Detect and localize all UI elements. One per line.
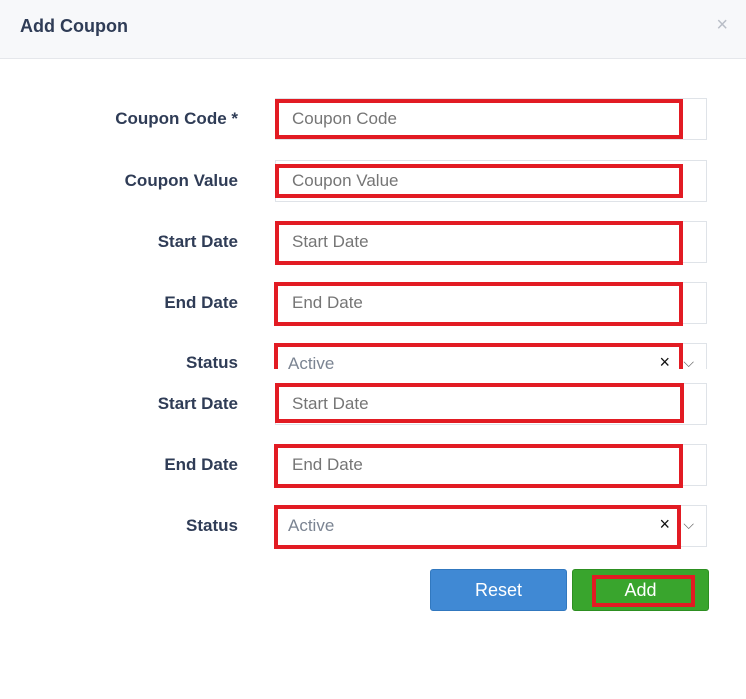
start-date-field[interactable] bbox=[275, 221, 707, 263]
coupon-value-field[interactable] bbox=[275, 160, 707, 202]
clear-icon[interactable]: × bbox=[659, 352, 670, 369]
coupon-code-label: Coupon Code * bbox=[115, 109, 238, 128]
reset-button[interactable]: Reset bbox=[430, 569, 567, 611]
status-label: Status bbox=[186, 516, 238, 535]
start-date-input[interactable] bbox=[276, 384, 706, 424]
close-icon[interactable]: × bbox=[716, 14, 728, 37]
status-label: Status bbox=[186, 353, 238, 369]
status-select[interactable]: Active × ⌵ bbox=[275, 343, 707, 369]
end-date-label: End Date bbox=[164, 293, 238, 312]
end-date-input[interactable] bbox=[276, 283, 706, 323]
coupon-code-input[interactable] bbox=[276, 99, 706, 139]
start-date-input[interactable] bbox=[276, 222, 706, 262]
coupon-code-field[interactable] bbox=[275, 98, 707, 140]
coupon-value-input[interactable] bbox=[276, 161, 706, 201]
end-date-field[interactable] bbox=[275, 444, 707, 486]
status-select[interactable]: Active × ⌵ bbox=[275, 505, 707, 547]
start-date-label: Start Date bbox=[157, 394, 238, 413]
dialog-title: Add Coupon bbox=[20, 16, 128, 36]
status-value: Active bbox=[288, 354, 335, 369]
status-row-clipped: Status Active × ⌵ bbox=[0, 343, 746, 369]
status-value: Active bbox=[288, 516, 335, 535]
dialog-header: Add Coupon × bbox=[0, 0, 746, 59]
end-date-label: End Date bbox=[164, 455, 238, 474]
end-date-field[interactable] bbox=[275, 282, 707, 324]
chevron-down-icon[interactable]: ⌵ bbox=[683, 354, 694, 369]
chevron-down-icon[interactable]: ⌵ bbox=[683, 516, 694, 533]
add-button[interactable]: Add bbox=[572, 569, 709, 611]
end-date-input[interactable] bbox=[276, 445, 706, 485]
start-date-label: Start Date bbox=[157, 232, 238, 251]
clear-icon[interactable]: × bbox=[659, 514, 670, 535]
coupon-value-label: Coupon Value bbox=[124, 171, 238, 190]
start-date-field[interactable] bbox=[275, 383, 707, 425]
